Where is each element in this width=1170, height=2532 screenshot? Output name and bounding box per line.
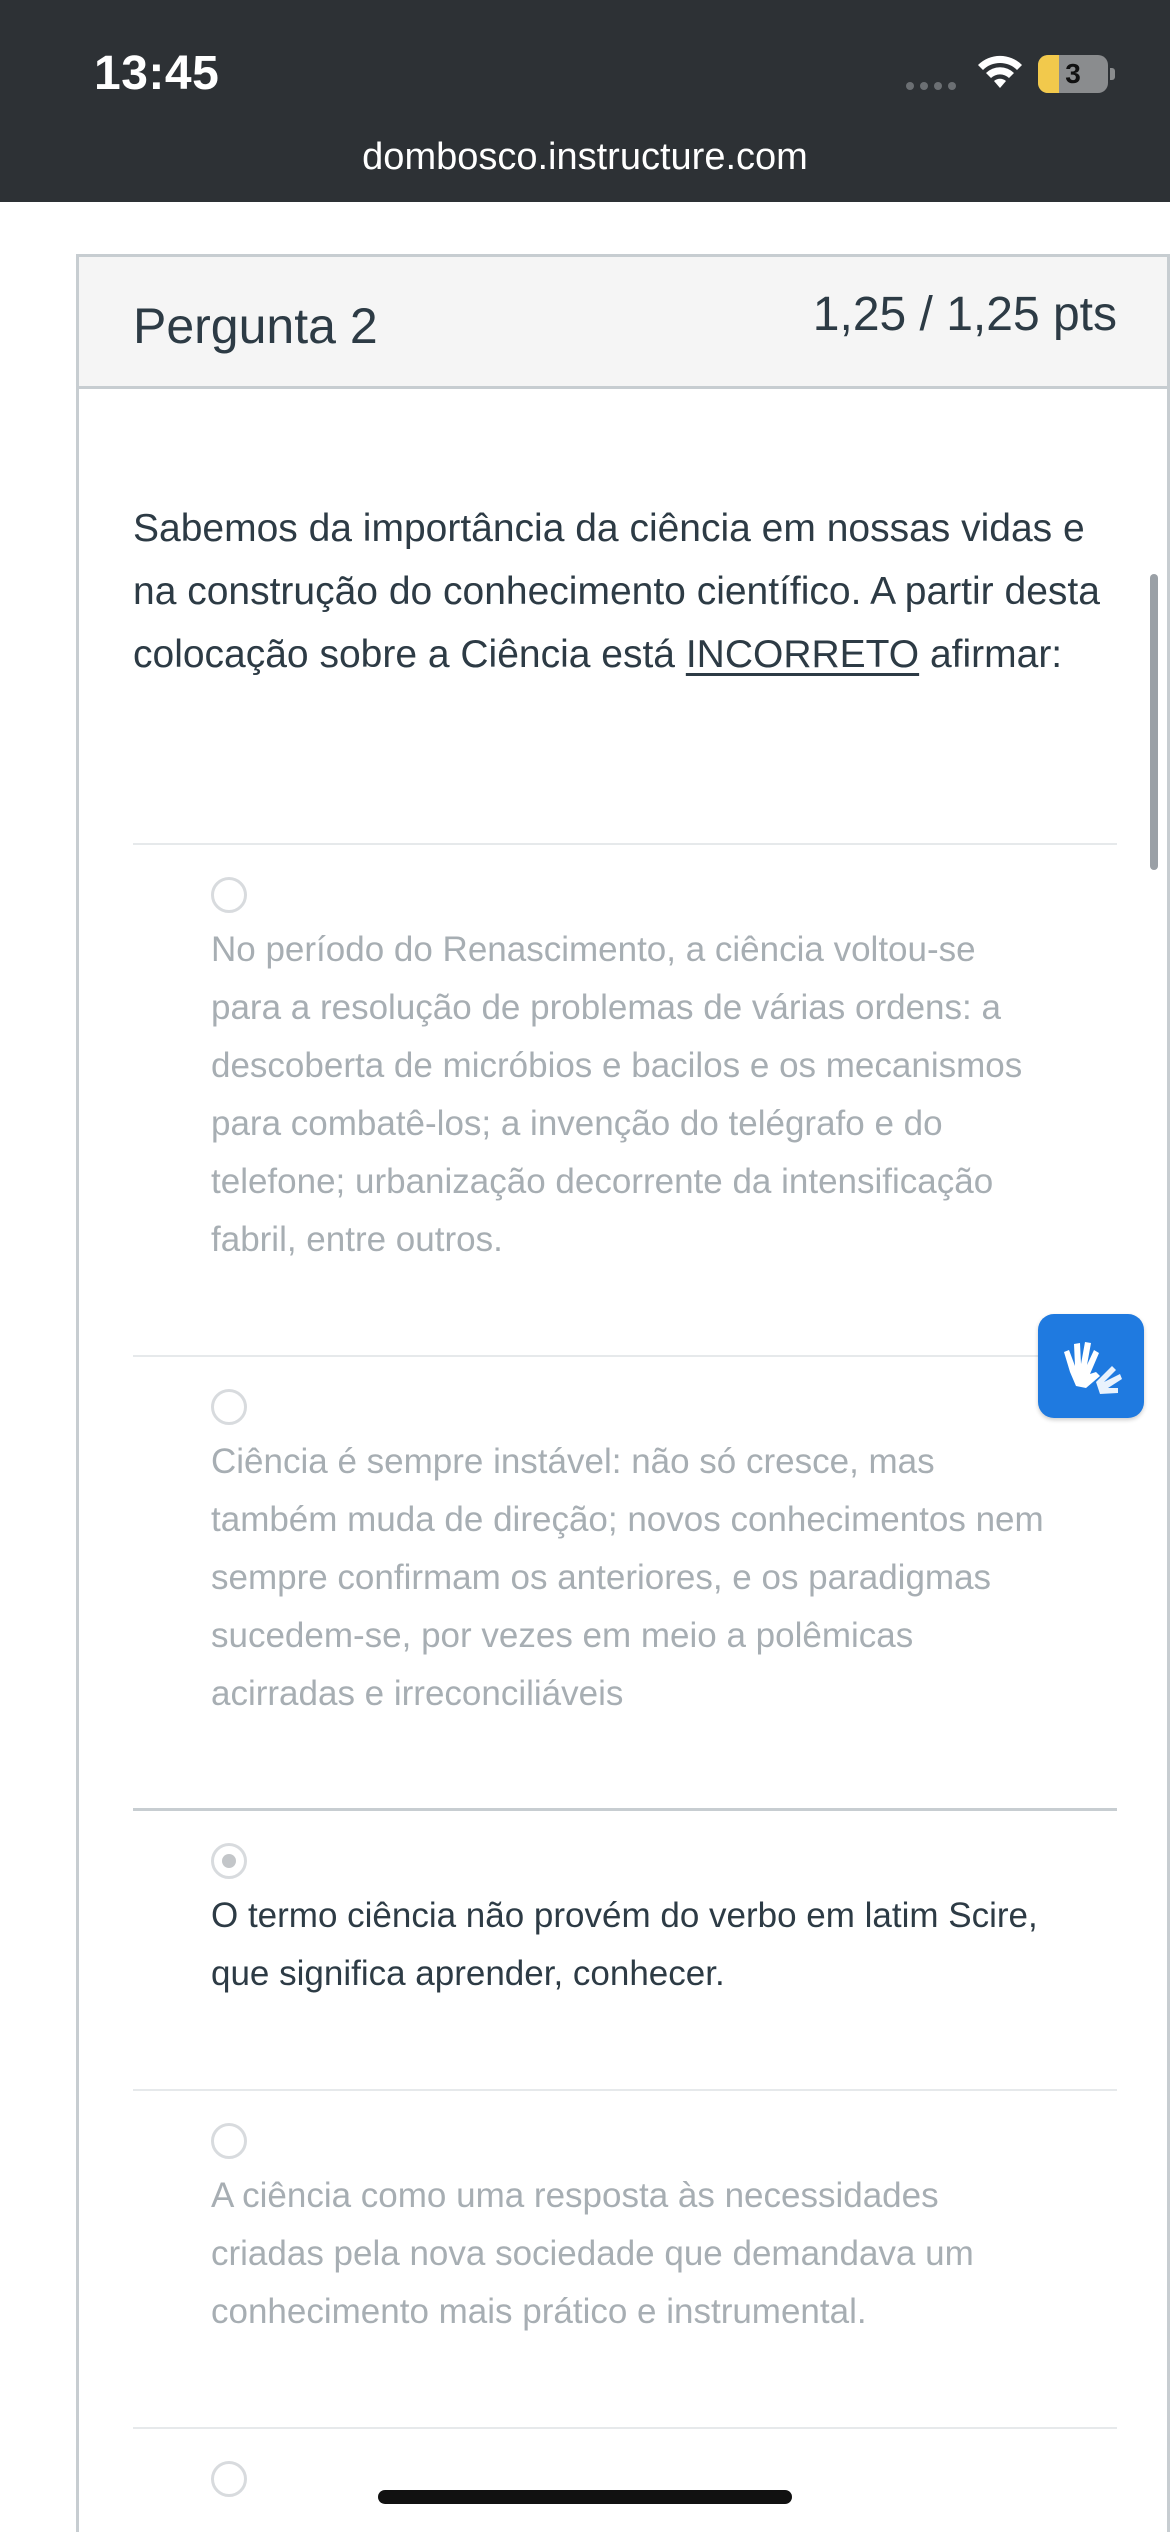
- question-card: Pergunta 2 1,25 / 1,25 pts Sabemos da im…: [76, 254, 1170, 2532]
- page-scrollbar[interactable]: [1150, 574, 1158, 870]
- option-divider: [133, 843, 1117, 845]
- accessibility-sign-language-button[interactable]: [1038, 1314, 1144, 1418]
- option-text-3: O termo ciência não provém do verbo em l…: [211, 1896, 1038, 1993]
- question-text-emphasis: INCORRETO: [685, 633, 920, 676]
- home-indicator[interactable]: [378, 2490, 792, 2504]
- option-divider: [133, 1808, 1117, 1811]
- battery-icon: 3: [1038, 55, 1115, 93]
- question-header: Pergunta 2 1,25 / 1,25 pts: [79, 257, 1167, 389]
- option-radio-1[interactable]: [211, 877, 247, 913]
- option-divider: [133, 2427, 1117, 2429]
- battery-level-text: 3: [1065, 58, 1081, 89]
- option-radio-4[interactable]: [211, 2123, 247, 2159]
- question-text-after: afirmar:: [919, 633, 1063, 676]
- answer-option-3-selected[interactable]: O termo ciência não provém do verbo em l…: [133, 1843, 1117, 2063]
- option-text-4: A ciência como uma resposta às necessida…: [211, 2176, 974, 2331]
- address-bar-url[interactable]: dombosco.instructure.com: [0, 136, 1170, 179]
- cellular-signal-icon: [906, 82, 956, 90]
- option-radio-2[interactable]: [211, 1389, 247, 1425]
- status-time: 13:45: [94, 47, 220, 100]
- sign-language-hands-icon: [1064, 1342, 1122, 1394]
- question-text: Sabemos da importância da ciência em nos…: [133, 497, 1133, 686]
- option-divider: [133, 2089, 1117, 2091]
- option-text-2: Ciência é sempre instável: não só cresce…: [211, 1442, 1044, 1713]
- option-divider: [133, 1355, 1117, 1357]
- wifi-icon: [978, 55, 1022, 88]
- browser-top-bar: 13:45 3 dombosco.instructure.com: [0, 0, 1170, 202]
- option-radio-5[interactable]: [211, 2461, 247, 2497]
- answer-option-2[interactable]: Ciência é sempre instável: não só cresce…: [133, 1389, 1117, 1789]
- option-radio-3[interactable]: [211, 1843, 247, 1879]
- question-title: Pergunta 2: [133, 298, 378, 354]
- option-text-1: No período do Renascimento, a ciência vo…: [211, 930, 1023, 1259]
- question-points: 1,25 / 1,25 pts: [812, 288, 1117, 341]
- answer-option-4[interactable]: A ciência como uma resposta às necessida…: [133, 2123, 1117, 2343]
